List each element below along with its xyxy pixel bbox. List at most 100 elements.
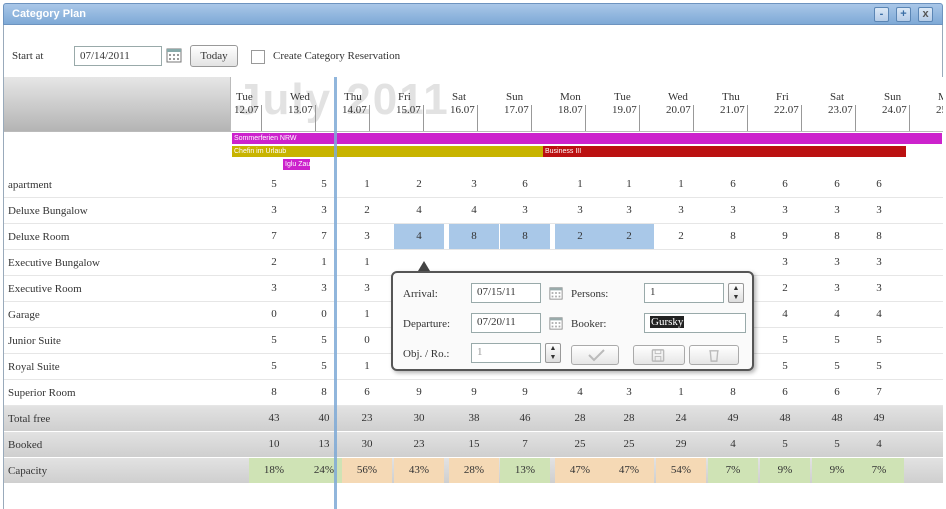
confirm-button[interactable] — [571, 345, 619, 365]
availability-cell[interactable]: 2 — [555, 224, 605, 249]
availability-cell[interactable]: 1 — [342, 354, 392, 379]
maximize-button[interactable]: + — [896, 7, 911, 22]
availability-cell[interactable]: 5 — [249, 354, 299, 379]
create-reservation-checkbox[interactable] — [251, 50, 265, 64]
event-band[interactable]: Chefin im Urlaub — [232, 146, 543, 157]
availability-cell[interactable]: 4 — [555, 380, 605, 405]
start-date-input[interactable]: 07/14/2011 — [74, 46, 162, 66]
day-name: Wed — [668, 91, 688, 103]
minimize-button[interactable]: - — [874, 7, 889, 22]
availability-cell[interactable]: 8 — [854, 224, 904, 249]
today-button[interactable]: Today — [190, 45, 238, 67]
availability-cell[interactable]: 2 — [604, 224, 654, 249]
availability-cell[interactable]: 4 — [394, 224, 444, 249]
availability-cell[interactable]: 9 — [449, 380, 499, 405]
availability-cell[interactable]: 7 — [249, 224, 299, 249]
obj-room-stepper[interactable]: ▲ ▼ — [545, 343, 561, 363]
availability-cell[interactable]: 3 — [854, 250, 904, 275]
availability-cell[interactable]: 3 — [249, 276, 299, 301]
summary-label: Capacity — [8, 465, 48, 477]
availability-cell[interactable]: 8 — [249, 380, 299, 405]
availability-cell[interactable]: 5 — [854, 328, 904, 353]
availability-cell[interactable]: 8 — [708, 224, 758, 249]
day-header: Tue 12.07 — [232, 83, 286, 129]
availability-cell[interactable]: 3 — [449, 172, 499, 197]
availability-cell[interactable]: 1 — [656, 172, 706, 197]
category-row[interactable]: apartment 5 5 1 2 3 6 1 1 1 6 6 6 6 — [4, 172, 943, 198]
availability-cell[interactable]: 3 — [249, 198, 299, 223]
availability-cell[interactable]: 1 — [342, 172, 392, 197]
availability-cell[interactable]: 3 — [854, 198, 904, 223]
availability-cell[interactable]: 1 — [342, 250, 392, 275]
availability-cell[interactable]: 5 — [249, 328, 299, 353]
availability-cell[interactable]: 1 — [555, 172, 605, 197]
availability-cell[interactable]: 2 — [342, 198, 392, 223]
availability-cell[interactable]: 6 — [708, 172, 758, 197]
availability-cell[interactable]: 9 — [500, 380, 550, 405]
availability-cell[interactable]: 3 — [604, 198, 654, 223]
summary-cell: 48 — [779, 412, 791, 424]
availability-cell[interactable]: 3 — [854, 276, 904, 301]
availability-cell[interactable]: 2 — [249, 250, 299, 275]
availability-cell[interactable]: 6 — [760, 172, 810, 197]
availability-cell[interactable]: 4 — [854, 302, 904, 327]
day-name: Thu — [722, 91, 740, 103]
availability-cell[interactable]: 2 — [760, 276, 810, 301]
event-band[interactable]: Iglu Zauber — [283, 159, 310, 170]
departure-calendar-icon[interactable] — [549, 316, 563, 330]
availability-cell[interactable]: 0 — [342, 328, 392, 353]
day-name: Fri — [398, 91, 411, 103]
availability-cell[interactable]: 2 — [656, 224, 706, 249]
availability-cell[interactable]: 5 — [760, 354, 810, 379]
close-button[interactable]: x — [918, 7, 933, 22]
event-band[interactable]: Sommerferien NRW — [232, 133, 942, 144]
availability-cell[interactable]: 7 — [854, 380, 904, 405]
delete-button[interactable] — [689, 345, 739, 365]
availability-cell[interactable]: 4 — [449, 198, 499, 223]
availability-cell[interactable]: 3 — [342, 276, 392, 301]
availability-cell[interactable]: 5 — [760, 328, 810, 353]
availability-cell[interactable]: 2 — [394, 172, 444, 197]
day-header: Mon 18.07 — [556, 83, 610, 129]
availability-cell[interactable]: 3 — [500, 198, 550, 223]
category-row[interactable]: Deluxe Bungalow 3 3 2 4 4 3 3 3 3 3 3 3 3 — [4, 198, 943, 224]
availability-cell[interactable]: 6 — [342, 380, 392, 405]
save-button[interactable] — [633, 345, 685, 365]
availability-cell[interactable]: 3 — [555, 198, 605, 223]
availability-cell[interactable]: 3 — [604, 380, 654, 405]
availability-cell[interactable]: 1 — [604, 172, 654, 197]
availability-cell[interactable]: 1 — [342, 302, 392, 327]
availability-cell[interactable]: 9 — [760, 224, 810, 249]
availability-cell[interactable]: 9 — [394, 380, 444, 405]
event-band[interactable]: Business III — [543, 146, 906, 157]
arrival-calendar-icon[interactable] — [549, 286, 563, 300]
availability-cell[interactable]: 8 — [500, 224, 550, 249]
availability-cell[interactable]: 3 — [656, 198, 706, 223]
obj-room-input[interactable]: 1 — [471, 343, 541, 363]
departure-input[interactable]: 07/20/11 — [471, 313, 541, 333]
availability-cell[interactable]: 6 — [760, 380, 810, 405]
persons-input[interactable]: 1 — [644, 283, 724, 303]
availability-cell[interactable]: 5 — [249, 172, 299, 197]
availability-cell[interactable]: 3 — [760, 250, 810, 275]
availability-cell[interactable]: 3 — [760, 198, 810, 223]
persons-label: Persons: — [571, 288, 609, 300]
calendar-icon[interactable] — [166, 47, 182, 63]
availability-cell[interactable]: 6 — [854, 172, 904, 197]
availability-cell[interactable]: 8 — [449, 224, 499, 249]
persons-stepper[interactable]: ▲ ▼ — [728, 283, 744, 303]
availability-cell[interactable]: 6 — [500, 172, 550, 197]
availability-cell[interactable]: 1 — [656, 380, 706, 405]
category-row[interactable]: Deluxe Room 7 7 3 4 8 8 2 2 2 8 9 8 8 — [4, 224, 943, 250]
availability-cell[interactable]: 4 — [394, 198, 444, 223]
arrival-input[interactable]: 07/15/11 — [471, 283, 541, 303]
availability-cell[interactable]: 5 — [854, 354, 904, 379]
category-row[interactable]: Superior Room 8 8 6 9 9 9 4 3 1 8 6 6 7 — [4, 380, 943, 406]
availability-cell[interactable]: 8 — [708, 380, 758, 405]
booker-input[interactable]: Gursky — [644, 313, 746, 333]
availability-cell[interactable]: 4 — [760, 302, 810, 327]
availability-cell[interactable]: 3 — [708, 198, 758, 223]
availability-cell[interactable]: 0 — [249, 302, 299, 327]
departure-label: Departure: — [403, 318, 451, 330]
availability-cell[interactable]: 3 — [342, 224, 392, 249]
